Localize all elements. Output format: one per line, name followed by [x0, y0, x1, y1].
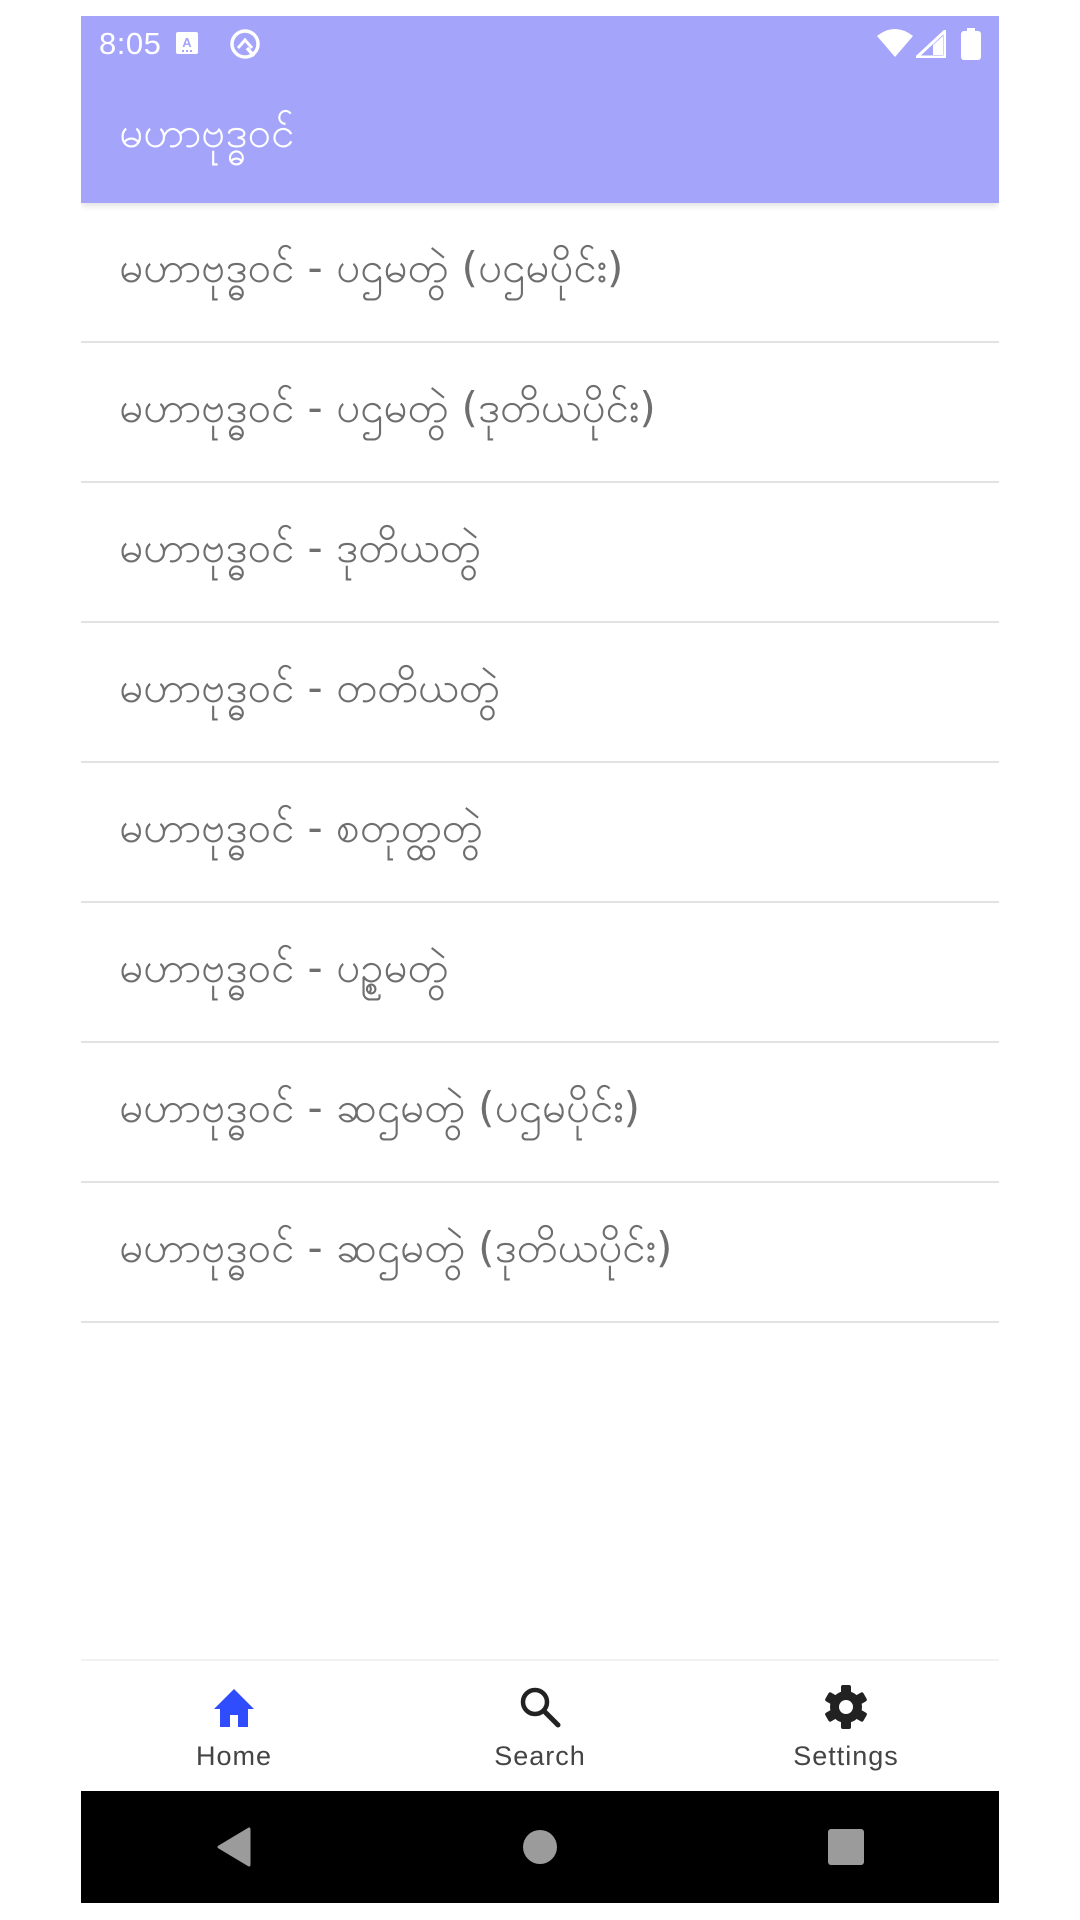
nav-item-search[interactable]: Search: [387, 1661, 693, 1791]
home-circle-icon[interactable]: [510, 1817, 570, 1877]
app-bar: 8:05 A မဟာဗုဒ္ဓဝင်: [81, 16, 999, 203]
list-item-label: မဟာဗုဒ္ဓဝင် - တတိယတွဲ: [119, 663, 500, 712]
list-item-label: မဟာဗုဒ္ဓဝင် - ဆဌမတွဲ (ပဌမပိုင်း): [119, 1083, 641, 1132]
list-item[interactable]: မဟာဗုဒ္ဓဝင် - စတုတ္ထတွဲ: [81, 763, 999, 903]
list-item[interactable]: မဟာဗုဒ္ဓဝင် - ဆဌမတွဲ (ပဌမပိုင်း): [81, 1043, 999, 1183]
nav-item-home[interactable]: Home: [81, 1661, 387, 1791]
phone-screen: 8:05 A မဟာဗုဒ္ဓဝင် မဟာဗုဒ္ဓဝင် - ပဌမတွဲ …: [81, 16, 999, 1903]
nav-item-settings[interactable]: Settings: [693, 1661, 999, 1791]
nav-label-search: Search: [494, 1741, 586, 1771]
gear-icon: [822, 1683, 870, 1731]
search-icon: [516, 1683, 564, 1731]
list-item-label: မဟာဗုဒ္ဓဝင် - စတုတ္ထတွဲ: [119, 803, 483, 852]
nav-label-home: Home: [195, 1741, 273, 1771]
wifi-icon: [877, 28, 913, 62]
list-item[interactable]: မဟာဗုဒ္ဓဝင် - ဒုတိယတွဲ: [81, 483, 999, 623]
bottom-navigation: Home Search Settings: [81, 1659, 999, 1791]
back-icon[interactable]: [204, 1817, 264, 1877]
status-time: 8:05: [99, 26, 162, 61]
list-item[interactable]: မဟာဗုဒ္ဓဝင် - ပဉ္စမတွဲ: [81, 903, 999, 1043]
system-navigation-bar: [81, 1791, 999, 1903]
home-icon: [210, 1683, 258, 1731]
accessibility-a-icon: A: [176, 32, 198, 58]
nav-label-settings: Settings: [793, 1741, 899, 1771]
cell-signal-icon: [913, 27, 947, 62]
recents-icon[interactable]: [816, 1817, 876, 1877]
list-item-label: မဟာဗုဒ္ဓဝင် - ပဉ္စမတွဲ: [119, 943, 449, 992]
volume-list: မဟာဗုဒ္ဓဝင် - ပဌမတွဲ (ပဌမပိုင်း) မဟာဗုဒ္…: [81, 203, 999, 1323]
list-item[interactable]: မဟာဗုဒ္ဓဝင် - တတိယတွဲ: [81, 623, 999, 763]
app-title: မဟာဗုဒ္ဓဝင်: [119, 108, 295, 157]
list-item-label: မဟာဗုဒ္ဓဝင် - ပဌမတွဲ (ပဌမပိုင်း): [119, 243, 624, 292]
svg-text:A: A: [182, 35, 192, 50]
list-item[interactable]: မဟာဗုဒ္ဓဝင် - ပဌမတွဲ (ပဌမပိုင်း): [81, 203, 999, 343]
list-item-label: မဟာဗုဒ္ဓဝင် - ဆဌမတွဲ (ဒုတိယပိုင်း): [119, 1223, 673, 1272]
battery-icon: [961, 28, 981, 64]
list-item-label: မဟာဗုဒ္ဓဝင် - ဒုတိယတွဲ: [119, 523, 481, 572]
status-bar: 8:05 A: [81, 16, 999, 72]
list-item[interactable]: မဟာဗုဒ္ဓဝင် - ဆဌမတွဲ (ဒုတိယပိုင်း): [81, 1183, 999, 1323]
list-item-label: မဟာဗုဒ္ဓဝင် - ပဌမတွဲ (ဒုတိယပိုင်း): [119, 383, 656, 432]
list-item[interactable]: မဟာဗုဒ္ဓဝင် - ပဌမတွဲ (ဒုတိယပိုင်း): [81, 343, 999, 483]
android-q-icon: [229, 28, 261, 64]
